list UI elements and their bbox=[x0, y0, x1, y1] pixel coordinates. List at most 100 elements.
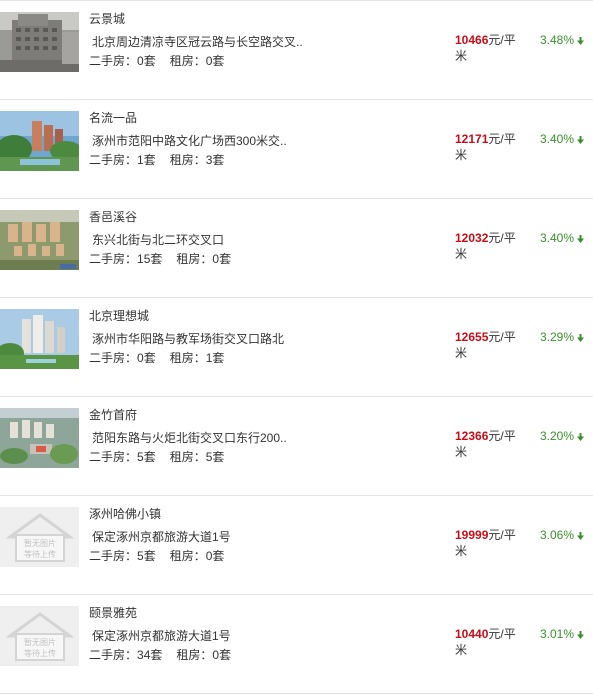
arrow-down-icon bbox=[577, 135, 585, 144]
resale-count[interactable]: 1套 bbox=[137, 153, 156, 167]
placeholder-line2: 等待上传 bbox=[24, 549, 56, 559]
property-name[interactable]: 颐景雅苑 bbox=[89, 604, 137, 621]
price-value: 12171 bbox=[455, 132, 489, 146]
price-change: 3.06% bbox=[540, 528, 585, 542]
resale-count[interactable]: 5套 bbox=[137, 450, 156, 464]
property-address: 保定涿州京都旅游大道1号 bbox=[92, 530, 231, 544]
resale-label: 二手房： bbox=[89, 252, 138, 266]
property-stats: 二手房：5套 租房：0套 bbox=[89, 547, 224, 564]
list-item[interactable]: 北京理想城 涿州市华阳路与教军场街交叉口路北 二手房：0套 租房：1套 12655… bbox=[0, 298, 593, 397]
change-value: 3.40% bbox=[540, 231, 575, 245]
price-change: 3.40% bbox=[540, 231, 585, 245]
property-stats: 二手房：15套 租房：0套 bbox=[89, 250, 231, 267]
price: 12655元/平米 bbox=[455, 329, 527, 361]
property-address: 范阳东路与火炬北街交叉口东行200.. bbox=[92, 431, 287, 445]
property-address: 涿州市范阳中路文化广场西300米交.. bbox=[92, 134, 287, 148]
resale-label: 二手房： bbox=[89, 54, 138, 68]
resale-label: 二手房： bbox=[89, 351, 138, 365]
change-value: 3.48% bbox=[540, 33, 575, 47]
placeholder-line1: 暂无图片 bbox=[24, 538, 56, 548]
resale-count[interactable]: 34套 bbox=[137, 648, 162, 662]
price-value: 12366 bbox=[455, 429, 489, 443]
property-thumbnail[interactable] bbox=[0, 408, 79, 468]
price-value: 19999 bbox=[455, 528, 489, 542]
property-address: 保定涿州京都旅游大道1号 bbox=[92, 629, 231, 643]
property-thumbnail-placeholder[interactable]: 暂无图片 等待上传 bbox=[0, 507, 79, 567]
rent-count[interactable]: 0套 bbox=[206, 54, 225, 68]
price-value: 10440 bbox=[455, 627, 489, 641]
rent-count[interactable]: 1套 bbox=[206, 351, 225, 365]
price: 12032元/平米 bbox=[455, 230, 527, 262]
property-stats: 二手房：34套 租房：0套 bbox=[89, 646, 231, 663]
property-address: 北京周边清凉寺区冠云路与长空路交叉.. bbox=[92, 35, 303, 49]
property-stats: 二手房：5套 租房：5套 bbox=[89, 448, 224, 465]
list-item[interactable]: 名流一品 涿州市范阳中路文化广场西300米交.. 二手房：1套 租房：3套 121… bbox=[0, 100, 593, 199]
price: 10466元/平米 bbox=[455, 32, 527, 64]
rent-label: 租房： bbox=[169, 351, 206, 365]
property-stats: 二手房：0套 租房：1套 bbox=[89, 349, 224, 366]
property-name[interactable]: 北京理想城 bbox=[89, 307, 149, 324]
change-value: 3.20% bbox=[540, 429, 575, 443]
property-name[interactable]: 涿州哈佛小镇 bbox=[89, 505, 161, 522]
property-thumbnail[interactable] bbox=[0, 210, 79, 270]
rent-count[interactable]: 0套 bbox=[206, 549, 225, 563]
property-list: 云景城 北京周边清凉寺区冠云路与长空路交叉.. 二手房：0套 租房：0套 1046… bbox=[0, 0, 593, 694]
property-thumbnail[interactable] bbox=[0, 12, 79, 72]
change-value: 3.06% bbox=[540, 528, 575, 542]
change-value: 3.01% bbox=[540, 627, 575, 641]
rent-count[interactable]: 0套 bbox=[212, 648, 231, 662]
rent-count[interactable]: 5套 bbox=[206, 450, 225, 464]
resale-label: 二手房： bbox=[89, 153, 138, 167]
resale-count[interactable]: 0套 bbox=[137, 54, 156, 68]
rent-label: 租房： bbox=[176, 252, 213, 266]
rent-label: 租房： bbox=[169, 549, 206, 563]
resale-count[interactable]: 15套 bbox=[137, 252, 162, 266]
resale-label: 二手房： bbox=[89, 549, 138, 563]
rent-count[interactable]: 0套 bbox=[212, 252, 231, 266]
rent-label: 租房： bbox=[176, 648, 213, 662]
arrow-down-icon bbox=[577, 531, 585, 540]
price: 12366元/平米 bbox=[455, 428, 527, 460]
price-change: 3.01% bbox=[540, 627, 585, 641]
price-value: 10466 bbox=[455, 33, 489, 47]
change-value: 3.40% bbox=[540, 132, 575, 146]
resale-label: 二手房： bbox=[89, 450, 138, 464]
list-item[interactable]: 暂无图片 等待上传 颐景雅苑 保定涿州京都旅游大道1号 二手房：34套 租房：0套… bbox=[0, 595, 593, 694]
price-change: 3.20% bbox=[540, 429, 585, 443]
resale-count[interactable]: 5套 bbox=[137, 549, 156, 563]
price: 10440元/平米 bbox=[455, 626, 527, 658]
placeholder-line1: 暂无图片 bbox=[24, 637, 56, 647]
list-item[interactable]: 云景城 北京周边清凉寺区冠云路与长空路交叉.. 二手房：0套 租房：0套 1046… bbox=[0, 1, 593, 100]
arrow-down-icon bbox=[577, 630, 585, 639]
property-name[interactable]: 金竹首府 bbox=[89, 406, 137, 423]
list-item[interactable]: 金竹首府 范阳东路与火炬北街交叉口东行200.. 二手房：5套 租房：5套 123… bbox=[0, 397, 593, 496]
arrow-down-icon bbox=[577, 432, 585, 441]
arrow-down-icon bbox=[577, 234, 585, 243]
property-name[interactable]: 香邑溪谷 bbox=[89, 208, 137, 225]
price-change: 3.29% bbox=[540, 330, 585, 344]
price-change: 3.40% bbox=[540, 132, 585, 146]
placeholder-line2: 等待上传 bbox=[24, 648, 56, 658]
resale-label: 二手房： bbox=[89, 648, 138, 662]
price: 12171元/平米 bbox=[455, 131, 527, 163]
property-thumbnail[interactable] bbox=[0, 309, 79, 369]
property-name[interactable]: 云景城 bbox=[89, 10, 125, 27]
property-stats: 二手房：0套 租房：0套 bbox=[89, 52, 224, 69]
property-thumbnail[interactable] bbox=[0, 111, 79, 171]
arrow-down-icon bbox=[577, 36, 585, 45]
price-value: 12032 bbox=[455, 231, 489, 245]
price-value: 12655 bbox=[455, 330, 489, 344]
price-change: 3.48% bbox=[540, 33, 585, 47]
rent-label: 租房： bbox=[169, 54, 206, 68]
list-item[interactable]: 暂无图片 等待上传 涿州哈佛小镇 保定涿州京都旅游大道1号 二手房：5套 租房：0… bbox=[0, 496, 593, 595]
list-item[interactable]: 香邑溪谷 东兴北街与北二环交叉口 二手房：15套 租房：0套 12032元/平米 … bbox=[0, 199, 593, 298]
property-thumbnail-placeholder[interactable]: 暂无图片 等待上传 bbox=[0, 606, 79, 666]
rent-label: 租房： bbox=[169, 450, 206, 464]
rent-count[interactable]: 3套 bbox=[206, 153, 225, 167]
rent-label: 租房： bbox=[169, 153, 206, 167]
arrow-down-icon bbox=[577, 333, 585, 342]
property-stats: 二手房：1套 租房：3套 bbox=[89, 151, 224, 168]
price: 19999元/平米 bbox=[455, 527, 527, 559]
resale-count[interactable]: 0套 bbox=[137, 351, 156, 365]
property-name[interactable]: 名流一品 bbox=[89, 109, 137, 126]
